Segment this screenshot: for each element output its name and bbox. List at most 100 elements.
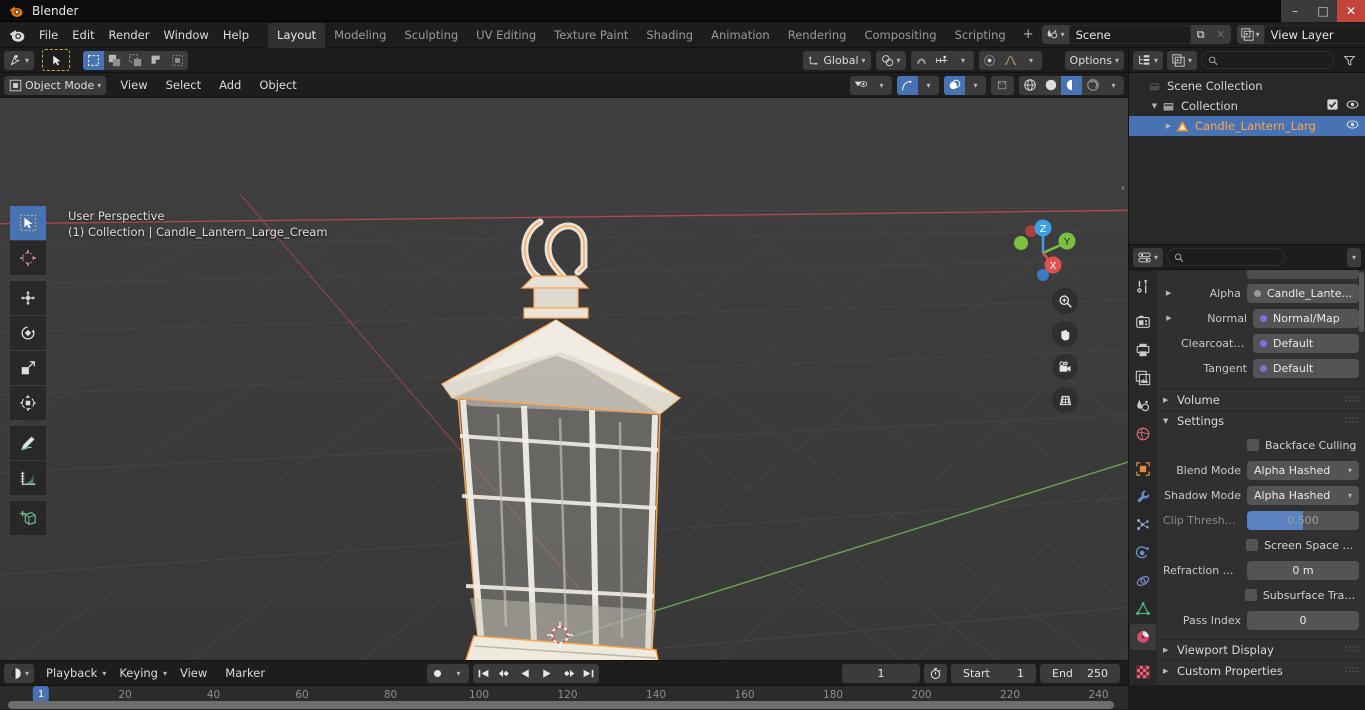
properties-tab-material[interactable] [1130,624,1156,650]
outliner-row[interactable]: Scene Collection [1129,76,1365,96]
options-button[interactable]: Options ▾ [1064,50,1124,70]
properties-tab-world[interactable] [1130,421,1156,447]
outliner-filter-button[interactable] [1338,51,1361,70]
viewport-menu-add[interactable]: Add [211,75,249,95]
menu-file[interactable]: File [32,25,65,45]
properties-tab-modifiers[interactable] [1130,484,1156,510]
tool-rotate[interactable] [10,316,46,350]
select-box-button[interactable] [83,50,105,70]
visibility-dropdown[interactable]: ▾ [871,76,892,95]
surface-property-value-field[interactable]: Default [1253,358,1359,378]
timeline-ruler[interactable]: 20 40 60 80 100 120 140 160 180 200 220 240 1 [0,686,1128,709]
active-tool-indicator[interactable] [42,49,71,71]
gizmo-dropdown[interactable]: ▾ [918,76,939,95]
prev-keyframe-button[interactable] [494,664,515,683]
backface-culling-row[interactable]: Backface Culling [1163,434,1359,456]
scene-name-field[interactable]: Scene [1069,26,1190,43]
auto-keying-button[interactable] [427,664,448,683]
blender-menu-icon[interactable] [8,26,26,44]
timeline-menu-marker[interactable]: Marker [217,663,273,683]
new-scene-button[interactable]: ⧉ [1190,25,1211,44]
timeline-scrollbar[interactable] [0,700,1128,709]
properties-search-input[interactable] [1187,250,1279,264]
toggle-perspective-button[interactable] [1052,387,1078,413]
properties-tab-particles[interactable] [1130,512,1156,538]
scene-browse-button[interactable]: ▾ [1041,25,1069,44]
rendered-shading-button[interactable] [1082,76,1103,95]
workspace-tab-shading[interactable]: Shading [637,23,702,48]
close-button[interactable]: ✕ [1337,0,1365,22]
section-settings[interactable]: ▼ Settings ∷∷ [1157,410,1365,431]
clip-threshold-slider[interactable]: 0.500 [1247,510,1359,530]
show-hide-button[interactable] [850,76,871,95]
proportional-editing-toggle[interactable] [979,51,1000,70]
unlink-scene-button[interactable]: ✕ [1210,25,1231,44]
properties-tab-scene[interactable] [1130,393,1156,419]
3d-viewport[interactable]: User Perspective (1) Collection | Candle… [0,98,1128,660]
properties-tab-physics[interactable] [1130,540,1156,566]
timeline-editor-type-button[interactable]: ▾ [4,663,35,683]
camera-view-button[interactable] [1052,354,1078,380]
outliner-visibility-eye-icon[interactable] [1346,99,1359,113]
snap-options-button[interactable]: ▾ [953,51,974,70]
tool-annotate[interactable] [10,426,46,460]
jump-to-end-button[interactable] [578,664,599,683]
tool-move[interactable] [10,281,46,315]
add-workspace-button[interactable]: + [1015,23,1042,46]
navigation-gizmo[interactable]: Z Y X [1003,213,1083,293]
properties-search-box[interactable] [1167,248,1286,266]
screen-space-refraction-checkbox[interactable] [1246,539,1259,551]
editor-type-button[interactable]: ▾ [4,50,35,70]
wireframe-shading-button[interactable] [1019,76,1040,95]
screen-space-refraction-row[interactable]: Screen Space R... [1163,534,1359,556]
view-layer-browse-button[interactable]: ▾ [1236,25,1264,44]
outliner-row[interactable]: ▶ Candle_Lantern_Larg [1129,116,1365,136]
properties-options-button[interactable]: ▾ [1346,247,1361,267]
subsurface-translucency-checkbox[interactable] [1244,589,1257,601]
auto-keying-dropdown[interactable]: ▾ [448,664,469,683]
triangle-right-icon[interactable]: ▶ [1163,289,1174,297]
start-frame-field[interactable]: Start 1 [951,663,1036,683]
workspace-tab-modeling[interactable]: Modeling [325,23,395,48]
backface-culling-checkbox[interactable] [1247,439,1259,451]
surface-property-value-field[interactable]: Default [1253,333,1359,353]
select-extend-button[interactable] [104,51,125,70]
surface-property-value-field[interactable]: Normal/Map [1253,308,1359,328]
menu-render[interactable]: Render [102,25,157,45]
show-gizmo-button[interactable] [897,75,918,95]
properties-tab-constraints[interactable] [1130,568,1156,594]
workspace-tab-layout[interactable]: Layout [268,22,326,48]
end-frame-field[interactable]: End 250 [1040,663,1120,683]
outliner-exclude-checkbox[interactable] [1327,99,1338,113]
menu-edit[interactable]: Edit [65,25,101,45]
menu-window[interactable]: Window [156,25,215,45]
properties-tab-texture[interactable] [1130,659,1156,685]
menu-help[interactable]: Help [216,25,256,45]
display-mode-button[interactable]: ▾ [1167,50,1198,70]
tool-add-cube[interactable] [10,501,46,535]
blend-mode-select[interactable]: Alpha Hashed ▾ [1247,460,1359,480]
properties-editor-type-button[interactable]: ▾ [1133,247,1164,267]
section-volume[interactable]: ▶ Volume ∷∷ [1157,389,1365,410]
tool-measure[interactable] [10,461,46,495]
outliner-editor-type-button[interactable]: ▾ [1133,50,1164,70]
use-preview-range-button[interactable] [924,663,947,683]
section-custom-properties[interactable]: ▶ Custom Properties ∷∷ [1157,660,1365,681]
timeline-menu-playback[interactable]: Playback [38,663,105,683]
tool-scale[interactable] [10,351,46,385]
properties-tab-object[interactable] [1130,456,1156,482]
minimize-button[interactable]: – [1281,0,1309,22]
zoom-view-button[interactable] [1052,288,1078,314]
transform-orientation-button[interactable]: Global ▾ [803,50,871,70]
tool-transform[interactable] [10,386,46,420]
workspace-tab-compositing[interactable]: Compositing [855,23,945,48]
properties-tab-render[interactable] [1130,309,1156,335]
workspace-tab-uv-editing[interactable]: UV Editing [467,23,545,48]
subsurface-translucency-row[interactable]: Subsurface Tran... [1163,584,1359,606]
workspace-tab-sculpting[interactable]: Sculpting [395,23,467,48]
next-keyframe-button[interactable] [557,664,578,683]
solid-shading-button[interactable] [1040,76,1061,95]
material-preview-button[interactable] [1061,75,1082,95]
object-mode-button[interactable]: Object Mode ▾ [4,75,107,95]
triangle-right-icon[interactable]: ▶ [1163,122,1174,130]
